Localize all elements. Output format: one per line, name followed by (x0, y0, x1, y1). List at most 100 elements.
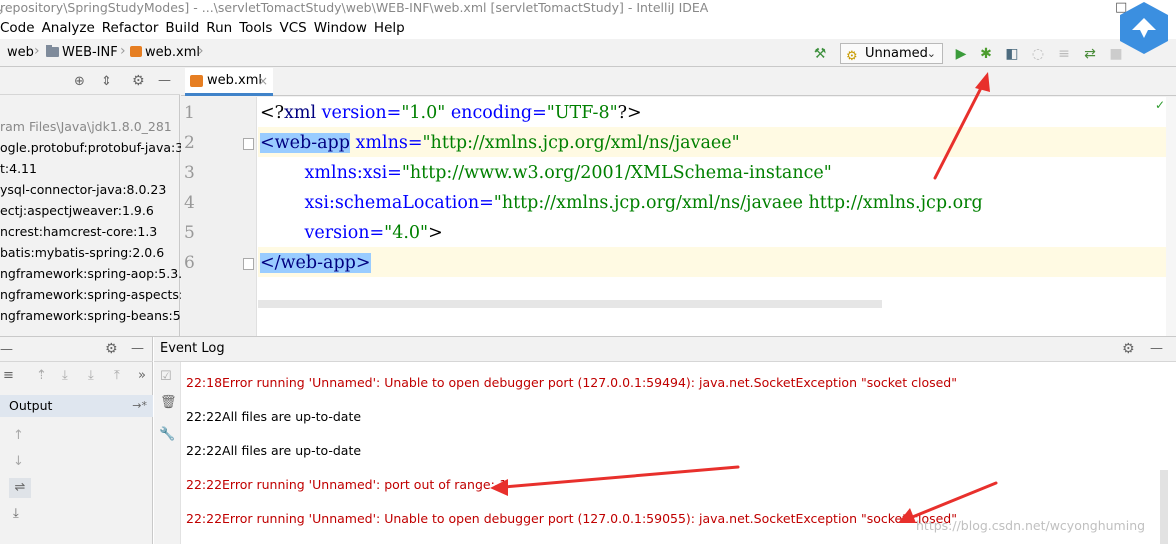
code-token: "UTF-8" (546, 103, 618, 123)
menu-help[interactable]: Help (374, 20, 412, 36)
vertical-scrollbar[interactable] (1160, 470, 1168, 544)
breadcrumb-web-inf[interactable]: WEB-INF (46, 45, 118, 60)
log-time: 22:22 (186, 477, 223, 492)
list-item[interactable]: ysql-connector-java:8.0.23 (0, 179, 166, 200)
code-token: <web-app (260, 133, 350, 153)
build-hammer-icon[interactable]: ⚒ (810, 44, 830, 64)
list-item[interactable]: ram Files\Java\jdk1.8.0_281 (0, 116, 172, 137)
wrench-icon[interactable]: 🔧 (159, 428, 175, 441)
fold-icon[interactable] (243, 138, 254, 150)
line-number: 3 (184, 163, 195, 183)
hide-icon[interactable]: — (131, 342, 144, 355)
breadcrumb-web-xml-label: web.xml (145, 45, 200, 60)
log-entry: 22:22Error running 'Unnamed': port out o… (186, 477, 507, 492)
menu-vcs[interactable]: VCS (279, 20, 313, 36)
code-token: "4.0" (384, 223, 429, 243)
line-number: 5 (184, 223, 195, 243)
reload-icon[interactable]: ⇄ (1080, 44, 1100, 64)
close-icon[interactable]: × (258, 68, 268, 94)
breadcrumb-separator: › (34, 43, 40, 59)
code-line-6: </web-app> (260, 248, 371, 278)
menu-build[interactable]: Build (165, 20, 206, 36)
scroll-up-icon: ⇡ (36, 368, 47, 383)
output-item[interactable]: Output →* (0, 395, 153, 417)
menu-window[interactable]: Window (314, 20, 374, 36)
log-text[interactable]: Error running 'Unnamed': Unable to open … (222, 375, 957, 390)
scroll-to-end-icon[interactable]: ⤓ (13, 507, 19, 520)
menu-bar: Code Analyze Refactor Build Run Tools VC… (0, 17, 1176, 39)
log-text[interactable]: Error running 'Unnamed': Unable to open … (222, 511, 957, 526)
gear-icon[interactable]: ⚙ (105, 342, 118, 356)
chevron-down-icon: ⌄ (926, 47, 936, 60)
code-token: ?> (617, 103, 642, 123)
trash-icon[interactable]: 🗑 (160, 396, 177, 409)
arrow-down-icon: ↓ (13, 454, 24, 469)
tab-web-xml[interactable]: web.xml × (185, 68, 273, 96)
run-icon[interactable]: ▶ (951, 44, 971, 64)
event-log-title: Event Log (160, 341, 225, 356)
app-logo-icon (1120, 2, 1168, 54)
log-entry: 22:18Error running 'Unnamed': Unable to … (186, 375, 957, 390)
profile-icon: ◌ (1031, 46, 1045, 62)
list-item[interactable]: ectj:aspectjweaver:1.9.6 (0, 200, 154, 221)
attach-icon: ≡ (1058, 46, 1070, 62)
menu-refactor[interactable]: Refactor (102, 20, 166, 36)
list-item[interactable]: ncrest:hamcrest-core:1.3 (0, 221, 157, 242)
fold-icon[interactable] (243, 258, 254, 270)
folder-icon (46, 45, 59, 57)
run-configuration-select[interactable]: ⚙ Unnamed ⌄ (840, 43, 943, 64)
list-item[interactable]: batis:mybatis-spring:2.0.6 (0, 242, 164, 263)
code-token: <? (260, 103, 285, 123)
list-icon[interactable]: ≡ (3, 369, 14, 382)
log-time: 22:22 (186, 443, 223, 458)
xml-file-icon (190, 75, 203, 87)
menu-run[interactable]: Run (206, 20, 239, 36)
left-tool-header: — ⚙ — (0, 337, 153, 362)
gear-icon[interactable]: ⚙ (132, 74, 145, 88)
code-token: version= (316, 103, 402, 123)
soft-wrap-icon[interactable]: ⇌ (9, 478, 31, 498)
breadcrumb-web[interactable]: web (7, 45, 34, 60)
hide-icon[interactable]: — (158, 74, 171, 87)
collapse-icon[interactable]: ⇕ (101, 75, 112, 88)
output-label: Output (9, 398, 53, 413)
export-icon: ⤒ (114, 368, 120, 383)
log-text[interactable]: Error running 'Unnamed': port out of ran… (222, 477, 507, 492)
mark-read-icon: ☑ (160, 369, 172, 384)
code-line-4: xsi:schemaLocation="http://xmlns.jcp.org… (260, 188, 983, 218)
code-token: xmlns:xsi= (304, 163, 402, 183)
menu-analyze[interactable]: Analyze (42, 20, 102, 36)
hide-icon[interactable]: — (0, 343, 13, 356)
breadcrumb-separator: › (198, 43, 204, 59)
code-token: xml (284, 103, 317, 123)
breadcrumb-web-inf-label: WEB-INF (62, 45, 118, 60)
locate-icon[interactable]: ⊕ (74, 75, 85, 88)
code-token: "http://www.w3.org/2001/XMLSchema-instan… (401, 163, 832, 183)
tab-label: web.xml (207, 73, 262, 88)
list-item[interactable]: ngframework:spring-beans:5.3. (0, 305, 197, 326)
list-item[interactable]: ogle.protobuf:protobuf-java:3.1 (0, 137, 195, 158)
log-time: 22:22 (186, 409, 223, 424)
breadcrumb-web-xml[interactable]: web.xml (130, 45, 200, 60)
code-line-2: <web-app xmlns="http://xmlns.jcp.org/xml… (260, 128, 740, 158)
import-icon: ⤓ (88, 368, 94, 383)
pin-icon[interactable]: →* (132, 395, 147, 417)
debug-bug-icon[interactable]: ✱ (976, 44, 996, 64)
event-log-toolbar (154, 362, 181, 544)
check-icon: ✓ (1155, 98, 1166, 112)
breadcrumb-separator: › (0, 4, 4, 20)
gear-icon[interactable]: ⚙ (1122, 337, 1135, 361)
code-token: version= (304, 223, 385, 243)
hide-icon[interactable]: — (1150, 337, 1163, 361)
expand-icon[interactable]: » (138, 369, 146, 382)
download-icon: ⤓ (62, 368, 68, 383)
watermark: https://blog.csdn.net/wcyonghuming (916, 518, 1146, 533)
error-stripe (1166, 97, 1176, 336)
menu-tools[interactable]: Tools (239, 20, 279, 36)
list-item[interactable]: t:4.11 (0, 158, 37, 179)
list-item[interactable]: ngframework:spring-aspects:5. (0, 284, 195, 305)
list-item[interactable]: ngframework:spring-aop:5.3.4 (0, 263, 190, 284)
coverage-icon[interactable]: ◧ (1002, 44, 1022, 64)
menu-code[interactable]: Code (0, 20, 42, 36)
horizontal-scrollbar[interactable] (258, 300, 882, 308)
